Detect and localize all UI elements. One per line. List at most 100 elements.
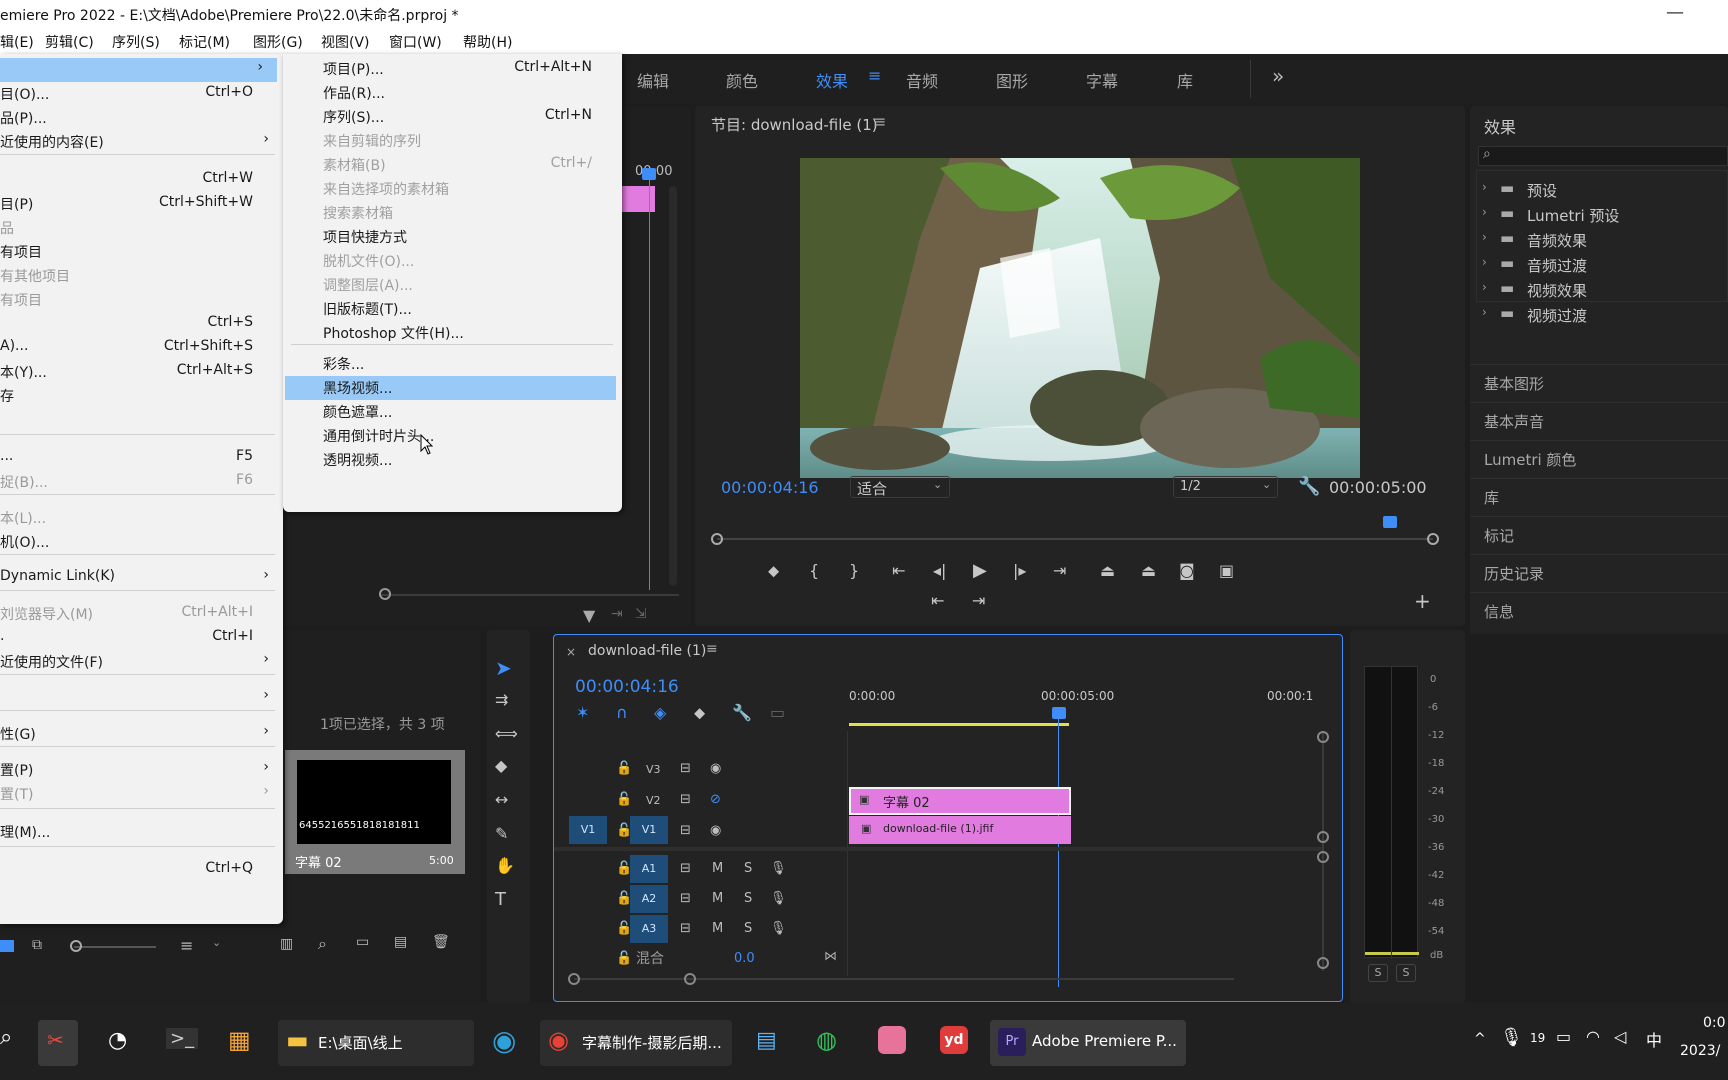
file-menu-item[interactable]: 机(O)... [0, 530, 283, 554]
add-marker-icon[interactable]: ⬥ [694, 703, 705, 723]
file-menu-item[interactable]: 近使用的文件(F) › [0, 650, 283, 674]
battery-icon[interactable]: ▭ [1556, 1027, 1571, 1046]
file-menu-item[interactable]: 性(G) › [0, 722, 283, 746]
snap-icon[interactable]: ∩ [616, 703, 628, 723]
file-menu-item[interactable]: 有项目 [0, 240, 283, 264]
new-submenu-item[interactable]: 作品(R)... [283, 81, 622, 105]
file-menu-item[interactable]: 置(P) › [0, 758, 283, 782]
pen-tool-icon[interactable]: ✎ [495, 824, 508, 844]
terminal-button[interactable]: >_ [158, 1020, 199, 1066]
file-menu-item[interactable]: 品(P)... [0, 106, 283, 130]
microphone-icon[interactable]: 🎙 [1500, 1027, 1523, 1048]
youdao-button[interactable]: yd [934, 1020, 974, 1066]
file-menu-item[interactable]: Ctrl+S [0, 312, 283, 336]
file-menu-item[interactable]: 品 [0, 216, 283, 240]
menu-marker[interactable]: 标记(M) [179, 32, 230, 52]
mute-button[interactable]: M [712, 861, 723, 876]
new-submenu-item[interactable]: 序列(S)... Ctrl+N [283, 105, 622, 129]
sync-lock-icon[interactable]: ⊟ [680, 761, 691, 776]
eye-hidden-icon[interactable]: ⊘ [710, 792, 721, 807]
file-menu-item[interactable]: 目(P) Ctrl+Shift+W [0, 192, 283, 216]
sync-lock-icon[interactable]: ⊟ [680, 861, 691, 876]
filter-icon[interactable]: ▼ [583, 606, 595, 625]
overwrite-icon[interactable]: ⇥ [972, 591, 985, 611]
effects-item[interactable]: Lumetri 预设 [1527, 205, 1619, 226]
file-menu-item[interactable]: 本(Y)... Ctrl+Alt+S [0, 360, 283, 384]
new-submenu-item[interactable]: 脱机文件(O)... [283, 249, 622, 273]
microphone-icon[interactable]: 🎙 [770, 921, 787, 936]
source-zoom-bar[interactable] [379, 594, 679, 596]
source-playhead[interactable] [649, 170, 650, 590]
menu-view[interactable]: 视图(V) [321, 32, 370, 52]
new-submenu-item[interactable]: 搜索素材箱 [283, 201, 622, 225]
v-scroll-handle[interactable] [1317, 851, 1329, 863]
file-menu-item[interactable]: 目(O)... Ctrl+O [0, 82, 283, 106]
find-icon[interactable]: ⌕ [318, 934, 327, 954]
chevron-right-icon[interactable]: › [1482, 205, 1487, 219]
mute-button[interactable]: M [712, 921, 723, 936]
project-item-card[interactable]: 6455216551818181811 字幕 02 5:00 [285, 750, 465, 874]
file-menu-item[interactable]: Ctrl+Q [0, 858, 283, 882]
panel-history[interactable]: 历史记录 [1470, 554, 1728, 590]
app-button[interactable]: ◔ [98, 1020, 138, 1066]
ripple-edit-tool-icon[interactable]: ⟺ [495, 724, 518, 744]
chevron-right-icon[interactable]: › [1482, 305, 1487, 319]
chevron-right-icon[interactable]: › [1482, 230, 1487, 244]
solo-button[interactable]: S [744, 921, 752, 936]
program-playhead[interactable] [1383, 516, 1397, 528]
file-menu-item[interactable]: A)... Ctrl+Shift+S [0, 336, 283, 360]
scrubber-end-handle[interactable] [1427, 533, 1439, 545]
razor-tool-icon[interactable]: ◆ [495, 756, 507, 776]
extract-icon[interactable]: ⏏ [1141, 561, 1156, 581]
linked-selection-icon[interactable]: ◈ [654, 703, 666, 723]
insert-icon[interactable]: ⇤ [931, 591, 944, 611]
type-tool-icon[interactable]: T [495, 890, 506, 910]
explorer-button[interactable]: ▬ E:\桌面\线上 [278, 1020, 474, 1066]
timeline-menu-icon[interactable]: ≡ [706, 641, 718, 657]
menu-edit[interactable]: 辑(E) [0, 32, 34, 52]
new-submenu-item[interactable]: 颜色遮罩... [283, 400, 622, 424]
automate-icon[interactable]: ▥ [280, 936, 293, 952]
sort-icon[interactable]: ≡ [180, 936, 193, 955]
effects-item[interactable]: 视频过渡 [1527, 305, 1587, 326]
timeline-h-scroll-right[interactable] [684, 973, 696, 985]
add-marker-icon[interactable]: ⬥ [768, 561, 779, 581]
file-menu-item[interactable]: 置(T) › [0, 782, 283, 806]
collapse-icon[interactable]: ⋈ [824, 949, 837, 964]
insert-icon[interactable]: ⇥ [611, 606, 623, 622]
new-submenu-item[interactable]: 调整图层(A)... [283, 273, 622, 297]
zoom-slider-handle[interactable] [70, 940, 82, 952]
microphone-icon[interactable]: 🎙 [770, 891, 787, 906]
wifi-icon[interactable]: ◠ [1586, 1027, 1600, 1046]
effects-item[interactable]: 音频效果 [1527, 230, 1587, 251]
file-menu-item[interactable]: Ctrl+W [0, 168, 283, 192]
file-menu-item[interactable] [0, 408, 283, 432]
scrubber-start-handle[interactable] [711, 533, 723, 545]
new-submenu-item[interactable]: 旧版标题(T)... [283, 297, 622, 321]
hand-tool-icon[interactable]: ✋ [495, 856, 515, 876]
menu-graphics[interactable]: 图形(G) [253, 32, 303, 52]
track-label-v1[interactable]: V1 [630, 816, 668, 844]
eye-icon[interactable]: ◉ [710, 761, 721, 776]
source-scrollbar[interactable] [669, 186, 677, 586]
mark-out-icon[interactable]: } [849, 561, 859, 581]
menu-sequence[interactable]: 序列(S) [112, 32, 160, 52]
track-label-a2[interactable]: A2 [630, 885, 668, 913]
sync-lock-icon[interactable]: ⊟ [680, 921, 691, 936]
timeline-playhead-handle[interactable] [1052, 707, 1066, 719]
snipping-tool-button[interactable]: ✂ [38, 1020, 78, 1066]
timeline-timecode[interactable]: 00:00:04:16 [575, 677, 679, 697]
new-item-icon[interactable]: ▤ [394, 934, 407, 950]
solo-button[interactable]: S [744, 861, 752, 876]
new-submenu-item[interactable]: 来自选择项的素材箱 [283, 177, 622, 201]
premiere-button[interactable]: Pr Adobe Premiere P... [990, 1020, 1186, 1066]
tab-libraries[interactable]: 库 [1177, 68, 1193, 92]
new-submenu-item[interactable]: 透明视频... [283, 448, 622, 472]
mix-value[interactable]: 0.0 [734, 951, 755, 966]
tab-color[interactable]: 颜色 [726, 68, 758, 92]
effects-item[interactable]: 预设 [1527, 180, 1557, 201]
lift-icon[interactable]: ⏏ [1100, 561, 1115, 581]
file-menu-item[interactable]: 近使用的内容(E) › [0, 130, 283, 154]
overwrite-icon[interactable]: ⇲ [635, 606, 647, 622]
timeline-clip-v1[interactable]: ▣ download-file (1).jfif [849, 816, 1071, 844]
